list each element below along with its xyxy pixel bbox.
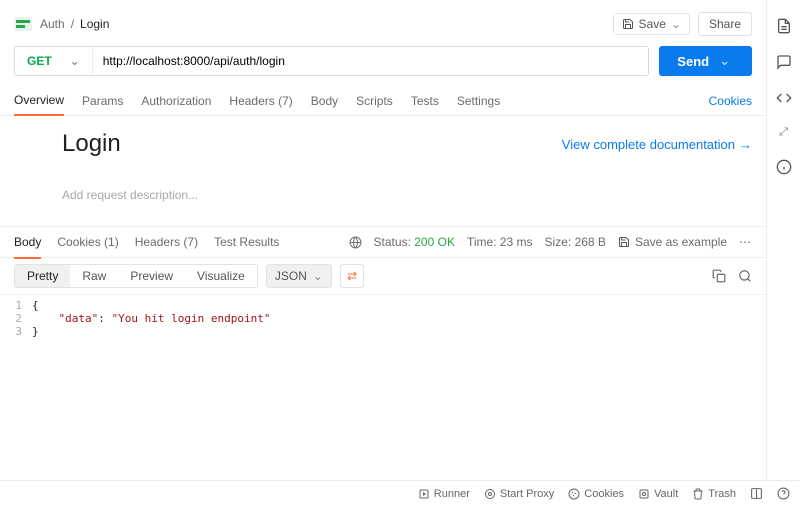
cookie-icon	[568, 488, 580, 500]
view-raw[interactable]: Raw	[70, 265, 118, 287]
tab-settings[interactable]: Settings	[457, 86, 500, 116]
breadcrumb-request[interactable]: Login	[80, 17, 109, 31]
breadcrumb[interactable]: Auth / Login	[40, 17, 109, 31]
documentation-link[interactable]: View complete documentation →	[562, 137, 752, 152]
expand-icon[interactable]: ⤢	[779, 126, 788, 139]
url-input[interactable]	[92, 47, 649, 75]
footer-start-proxy[interactable]: Start Proxy	[484, 488, 554, 500]
tab-authorization[interactable]: Authorization	[141, 86, 211, 116]
tab-overview[interactable]: Overview	[14, 86, 64, 116]
tab-body[interactable]: Body	[311, 86, 338, 116]
chevron-down-icon: ⌄	[719, 53, 730, 69]
two-pane-icon[interactable]	[750, 487, 763, 500]
copy-icon[interactable]	[712, 269, 726, 283]
view-pretty[interactable]: Pretty	[15, 265, 70, 287]
globe-icon[interactable]	[349, 236, 362, 249]
save-icon	[622, 18, 634, 30]
chevron-down-icon: ⌄	[313, 269, 323, 283]
size-label: Size: 268 B	[545, 235, 606, 249]
more-icon[interactable]: ⋯	[739, 235, 752, 249]
vault-icon	[638, 488, 650, 500]
share-button[interactable]: Share	[698, 12, 752, 36]
status-label: Status: 200 OK	[374, 235, 455, 249]
info-icon[interactable]	[776, 159, 792, 175]
response-tab-headers[interactable]: Headers (7)	[135, 226, 198, 258]
request-title[interactable]: Login	[62, 130, 121, 158]
cookies-link[interactable]: Cookies	[709, 94, 752, 108]
runner-icon	[418, 488, 430, 500]
footer-runner[interactable]: Runner	[418, 488, 470, 500]
trash-icon	[692, 488, 704, 500]
breadcrumb-collection[interactable]: Auth	[40, 17, 65, 31]
response-tab-testresults[interactable]: Test Results	[214, 226, 279, 258]
view-visualize[interactable]: Visualize	[185, 265, 257, 287]
search-icon[interactable]	[738, 269, 752, 283]
code-icon[interactable]	[776, 90, 792, 106]
chevron-down-icon: ⌄	[70, 54, 80, 68]
arrow-right-icon: →	[739, 137, 752, 152]
status-value: 200 OK	[414, 235, 455, 249]
description-placeholder[interactable]: Add request description...	[62, 188, 752, 202]
tab-scripts[interactable]: Scripts	[356, 86, 393, 116]
tab-tests[interactable]: Tests	[411, 86, 439, 116]
time-label: Time: 23 ms	[467, 235, 533, 249]
tab-params[interactable]: Params	[82, 86, 123, 116]
response-body-editor[interactable]: 1{ 2 "data": "You hit login endpoint" 3}	[0, 295, 766, 342]
footer-cookies[interactable]: Cookies	[568, 488, 624, 500]
document-icon[interactable]	[776, 18, 792, 34]
method-icon	[14, 17, 32, 31]
help-icon[interactable]	[777, 487, 790, 500]
save-button[interactable]: Save ⌄	[613, 13, 690, 35]
response-tab-body[interactable]: Body	[14, 227, 41, 259]
wrap-lines-icon[interactable]: ⇄	[340, 264, 364, 288]
http-method-select[interactable]: GET ⌄	[15, 47, 92, 75]
proxy-icon	[484, 488, 496, 500]
comment-icon[interactable]	[776, 54, 792, 70]
chevron-down-icon: ⌄	[671, 17, 681, 31]
footer-trash[interactable]: Trash	[692, 488, 736, 500]
view-mode-segment: Pretty Raw Preview Visualize	[14, 264, 258, 288]
save-icon	[618, 236, 630, 248]
format-select[interactable]: JSON ⌄	[266, 264, 332, 288]
view-preview[interactable]: Preview	[118, 265, 185, 287]
save-as-example-button[interactable]: Save as example	[618, 235, 727, 249]
footer-vault[interactable]: Vault	[638, 488, 678, 500]
response-tab-cookies[interactable]: Cookies (1)	[57, 226, 118, 258]
tab-headers[interactable]: Headers (7)	[229, 86, 292, 116]
send-button[interactable]: Send ⌄	[659, 46, 752, 76]
